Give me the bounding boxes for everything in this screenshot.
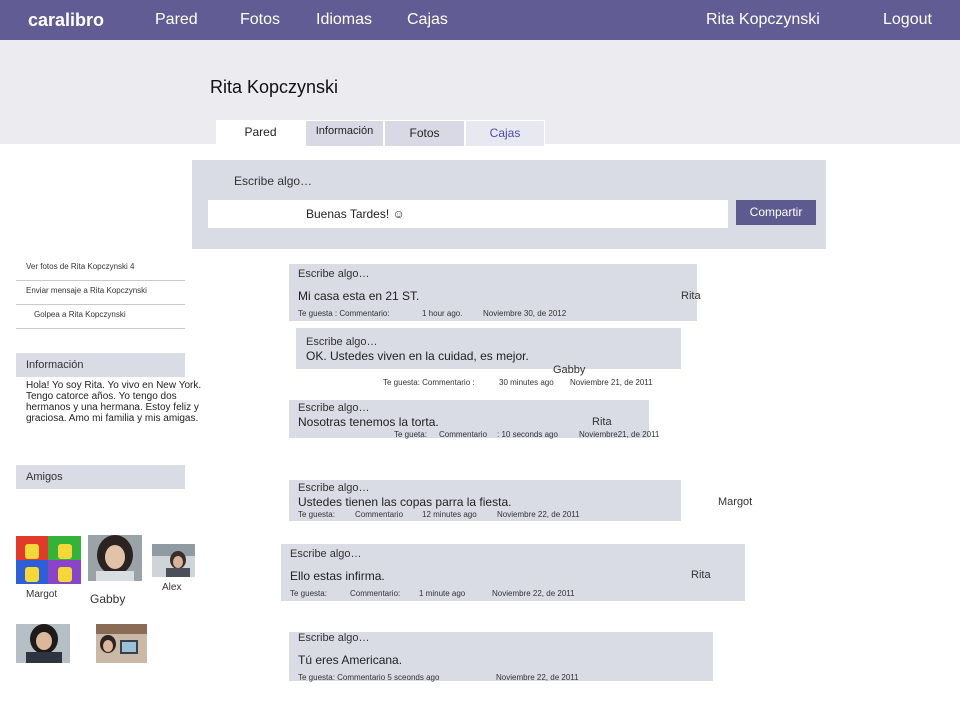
send-message-link[interactable]: Enviar mensaje a Rita Kopczynski bbox=[26, 286, 147, 295]
friend-photo-gabby[interactable] bbox=[88, 535, 142, 581]
nav-boxes[interactable]: Cajas bbox=[407, 11, 448, 29]
post-like[interactable]: Te guesta: bbox=[298, 510, 335, 519]
post-author[interactable]: Rita bbox=[592, 416, 612, 428]
post-label: Escribe algo… bbox=[298, 402, 370, 414]
post-date: Noviembre 22, de 2011 bbox=[497, 510, 580, 519]
friend-photo[interactable] bbox=[96, 624, 147, 663]
status-input[interactable] bbox=[208, 200, 728, 228]
tab-information[interactable]: Información bbox=[305, 120, 384, 147]
divider bbox=[16, 280, 185, 281]
information-heading: Información bbox=[16, 353, 185, 377]
post-author[interactable]: Rita bbox=[681, 290, 701, 302]
information-text: Hola! Yo soy Rita. Yo vivo en New York. … bbox=[26, 380, 202, 424]
composer-prompt: Escribe algo… bbox=[234, 174, 313, 188]
divider bbox=[16, 304, 185, 305]
divider bbox=[16, 328, 185, 329]
post-label: Escribe algo… bbox=[290, 548, 362, 560]
post-label: Escribe algo… bbox=[306, 336, 378, 348]
post-label: Escribe algo… bbox=[298, 268, 370, 280]
post-time: 1 hour ago. bbox=[422, 309, 463, 318]
friend-photo-alex[interactable] bbox=[152, 544, 195, 577]
tab-wall[interactable]: Pared bbox=[216, 120, 305, 146]
post-like-comment[interactable]: Te guesta: Commentario 5 sceonds ago bbox=[298, 673, 439, 682]
nav-user-profile[interactable]: Rita Kopczynski bbox=[706, 11, 820, 29]
post-date: Noviembre 22, de 2011 bbox=[496, 673, 579, 682]
post-like[interactable]: Te gueta: bbox=[394, 430, 427, 439]
post-like-comment[interactable]: Te guesta : Commentario: bbox=[298, 309, 390, 318]
friend-photo-image bbox=[16, 536, 81, 584]
post-like[interactable]: Te guesta: bbox=[290, 589, 327, 598]
post-body: Ustedes tienen las copas parra la fiesta… bbox=[298, 495, 512, 509]
post-author[interactable]: Gabby bbox=[553, 364, 585, 376]
friend-photo-margot[interactable] bbox=[16, 536, 81, 584]
poke-link[interactable]: Golpea a Rita Kopczynski bbox=[34, 310, 126, 319]
post-like-comment[interactable]: Te guesta: Commentario : bbox=[383, 378, 475, 387]
friend-name-alex[interactable]: Alex bbox=[162, 582, 181, 593]
post-comment[interactable]: Commentario bbox=[355, 510, 403, 519]
post-body: Mi casa esta en 21 ST. bbox=[298, 289, 420, 303]
brand-logo[interactable]: caralibro bbox=[28, 10, 104, 31]
post-body: Nosotras tenemos la torta. bbox=[298, 415, 439, 429]
friends-heading: Amigos bbox=[16, 465, 185, 489]
post-date: Noviembre 21, de 2011 bbox=[570, 378, 653, 387]
tab-photos[interactable]: Fotos bbox=[384, 120, 465, 147]
friend-photo-image bbox=[152, 544, 195, 577]
share-button[interactable]: Compartir bbox=[736, 200, 816, 225]
nav-wall[interactable]: Pared bbox=[155, 11, 198, 29]
post-label: Escribe algo… bbox=[298, 482, 370, 494]
post-comment[interactable]: Commentario: bbox=[350, 589, 400, 598]
nav-languages[interactable]: Idiomas bbox=[316, 11, 372, 29]
post-date: Noviembre 22, de 2011 bbox=[492, 589, 575, 598]
nav-photos[interactable]: Fotos bbox=[240, 11, 280, 29]
friend-name-gabby[interactable]: Gabby bbox=[90, 592, 125, 606]
post-date: Noviembre 30, de 2012 bbox=[483, 309, 567, 318]
friend-photo-image bbox=[96, 624, 147, 663]
tab-boxes[interactable]: Cajas bbox=[465, 120, 545, 147]
post-time: 12 minutes ago bbox=[422, 510, 477, 519]
post-author[interactable]: Rita bbox=[691, 569, 711, 581]
friend-name-margot[interactable]: Margot bbox=[26, 589, 57, 600]
post-time: 30 minutes ago bbox=[499, 378, 554, 387]
post-time: : 10 seconds ago bbox=[497, 430, 558, 439]
friend-photo[interactable] bbox=[16, 624, 70, 663]
post-author[interactable]: Margot bbox=[718, 496, 752, 508]
post-label: Escribe algo… bbox=[298, 632, 370, 644]
post-comment[interactable]: Commentario bbox=[439, 430, 487, 439]
friend-photo-image bbox=[88, 535, 142, 581]
view-photos-link[interactable]: Ver fotos de Rita Kopczynski 4 bbox=[26, 262, 135, 271]
post-body: Tú eres Americana. bbox=[298, 653, 403, 667]
profile-name: Rita Kopczynski bbox=[210, 77, 339, 97]
post-date: Noviembre21, de 2011 bbox=[579, 430, 660, 439]
post-body: OK. Ustedes viven en la cuidad, es mejor… bbox=[306, 349, 529, 363]
post-body: Ello estas infirma. bbox=[290, 569, 385, 583]
friend-photo-image bbox=[16, 624, 70, 663]
post-time: 1 minute ago bbox=[419, 589, 466, 598]
logout-link[interactable]: Logout bbox=[883, 11, 932, 29]
